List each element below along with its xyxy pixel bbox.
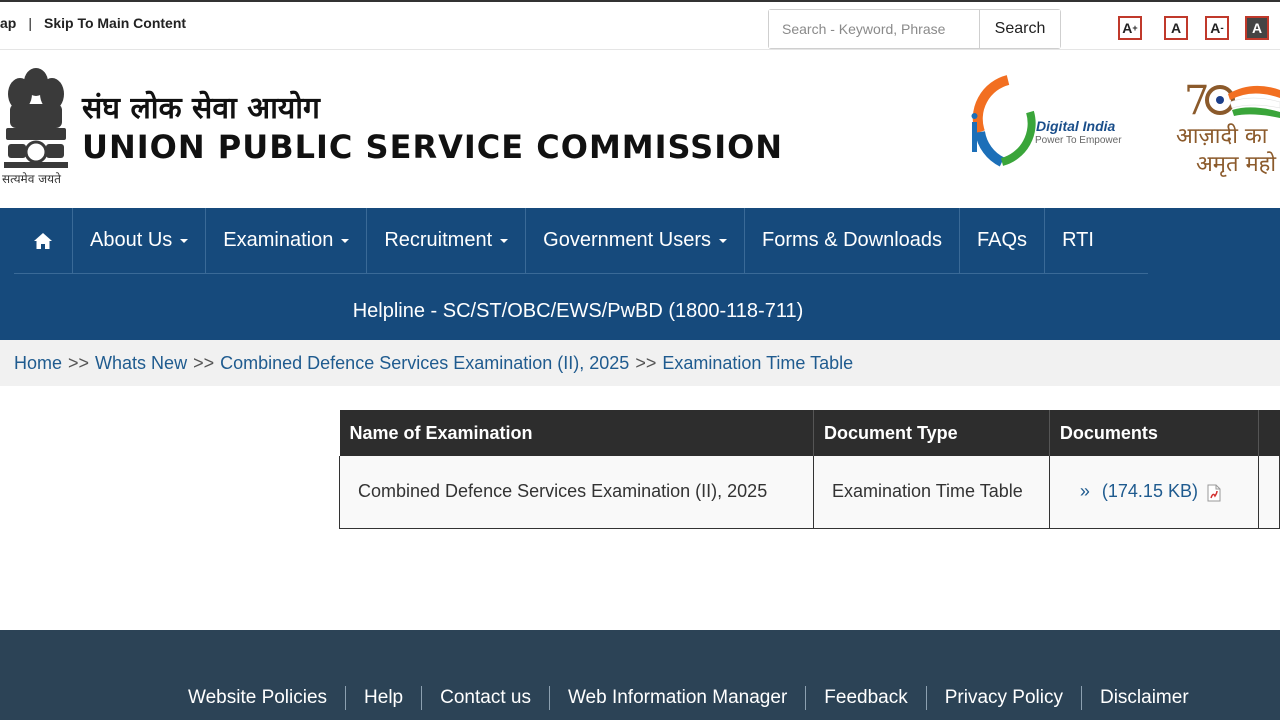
- breadcrumb-separator: >>: [68, 352, 90, 373]
- nav-forms-downloads-label: Forms & Downloads: [761, 229, 943, 251]
- breadcrumb-separator: >>: [193, 352, 215, 373]
- font-normal-button[interactable]: A: [1164, 16, 1188, 40]
- column-header-documents: Documents: [1049, 410, 1260, 456]
- nav-divider: [14, 273, 1148, 274]
- caret-down-icon: [718, 238, 727, 243]
- nav-helpline[interactable]: Helpline - SC/ST/OBC/EWS/PwBD (1800-118-…: [330, 282, 826, 340]
- search-box: Search: [768, 9, 1061, 49]
- site-header: सत्यमेव जयते संघ लोक सेवा आयोग UNION PUB…: [0, 50, 1280, 208]
- caret-down-icon: [341, 238, 350, 243]
- doc-type-cell: Examination Time Table: [812, 456, 1050, 529]
- nav-rti-label: RTI: [1062, 229, 1094, 251]
- nav-about-us[interactable]: About Us: [73, 208, 207, 273]
- column-header-extra: [1258, 410, 1280, 456]
- nav-faqs[interactable]: FAQs: [960, 208, 1046, 273]
- table-header-row: Name of Examination Document Type Docume…: [339, 410, 1280, 456]
- table-row: Combined Defence Services Examination (I…: [339, 456, 1280, 529]
- nav-recruitment[interactable]: Recruitment: [367, 208, 527, 273]
- documents-table: Name of Examination Document Type Docume…: [339, 410, 1280, 529]
- home-icon: [34, 232, 52, 249]
- nav-forms-downloads[interactable]: Forms & Downloads: [745, 208, 961, 273]
- footer-link-disclaimer[interactable]: Disclaimer: [1082, 686, 1207, 710]
- breadcrumb-separator: >>: [635, 352, 657, 373]
- top-separator: |: [28, 15, 32, 31]
- footer-link-website-policies[interactable]: Website Policies: [170, 686, 347, 710]
- digital-india-tagline: Power To Empower: [1035, 135, 1122, 146]
- font-decrease-button[interactable]: A-: [1205, 16, 1229, 40]
- documents-cell: » (174.15 KB): [1048, 456, 1260, 529]
- breadcrumb-home[interactable]: Home: [14, 353, 62, 374]
- nav-examination[interactable]: Examination: [206, 208, 368, 273]
- nav-government-users-label: Government Users: [543, 229, 711, 251]
- nav-rti[interactable]: RTI: [1045, 208, 1111, 273]
- caret-down-icon: [180, 238, 189, 243]
- document-download-link[interactable]: (174.15 KB): [1102, 481, 1198, 501]
- nav-recruitment-label: Recruitment: [384, 229, 493, 251]
- azadi-text-line1: आज़ादी का: [1176, 124, 1268, 149]
- breadcrumb-whats-new[interactable]: Whats New: [95, 353, 187, 374]
- site-title-hindi[interactable]: संघ लोक सेवा आयोग: [82, 86, 320, 127]
- skip-to-main-link[interactable]: Skip To Main Content: [44, 15, 186, 31]
- top-links: ap | Skip To Main Content: [0, 15, 186, 31]
- breadcrumb-exam[interactable]: Combined Defence Services Examination (I…: [220, 353, 629, 374]
- extra-cell: [1258, 456, 1280, 529]
- breadcrumb: Home >> Whats New >> Combined Defence Se…: [0, 340, 1280, 386]
- top-utility-bar: ap | Skip To Main Content Search A+ A A- A: [0, 0, 1280, 50]
- nav-examination-label: Examination: [223, 229, 334, 251]
- emblem-motto: सत्यमेव जयते: [2, 172, 61, 186]
- search-input[interactable]: [769, 10, 979, 48]
- column-header-doc-type: Document Type: [813, 410, 1050, 456]
- footer-link-privacy-policy[interactable]: Privacy Policy: [927, 686, 1082, 710]
- footer-links: Website Policies Help Contact us Web Inf…: [170, 686, 1207, 710]
- font-increase-button[interactable]: A +: [1118, 16, 1142, 40]
- column-header-name: Name of Examination: [339, 410, 814, 456]
- bullet-icon: »: [1079, 481, 1090, 502]
- digital-india-text: Digital India: [1036, 118, 1116, 134]
- exam-name-cell: Combined Defence Services Examination (I…: [339, 456, 814, 529]
- search-button[interactable]: Search: [979, 10, 1060, 48]
- nav-faqs-label: FAQs: [977, 229, 1028, 251]
- pdf-icon[interactable]: [1207, 484, 1221, 502]
- footer-link-contact-us[interactable]: Contact us: [422, 686, 550, 710]
- nav-home[interactable]: [14, 208, 73, 273]
- national-emblem-icon[interactable]: [0, 64, 72, 184]
- footer-link-help[interactable]: Help: [346, 686, 423, 710]
- nav-menu: About Us Examination Recruitment Governm…: [14, 208, 1111, 273]
- caret-down-icon: [500, 238, 509, 243]
- site-footer: Website Policies Help Contact us Web Inf…: [0, 630, 1280, 720]
- nav-about-us-label: About Us: [90, 229, 173, 251]
- breadcrumb-current[interactable]: Examination Time Table: [662, 353, 853, 374]
- azadi-text-line2: अमृत महो: [1196, 152, 1277, 177]
- footer-link-web-information-manager[interactable]: Web Information Manager: [550, 686, 807, 710]
- site-title-english[interactable]: UNION PUBLIC SERVICE COMMISSION: [82, 128, 783, 166]
- footer-link-feedback[interactable]: Feedback: [806, 686, 927, 710]
- nav-government-users[interactable]: Government Users: [526, 208, 745, 273]
- high-contrast-button[interactable]: A: [1245, 16, 1269, 40]
- sitemap-link[interactable]: ap: [0, 15, 16, 31]
- main-navigation: About Us Examination Recruitment Governm…: [0, 208, 1280, 340]
